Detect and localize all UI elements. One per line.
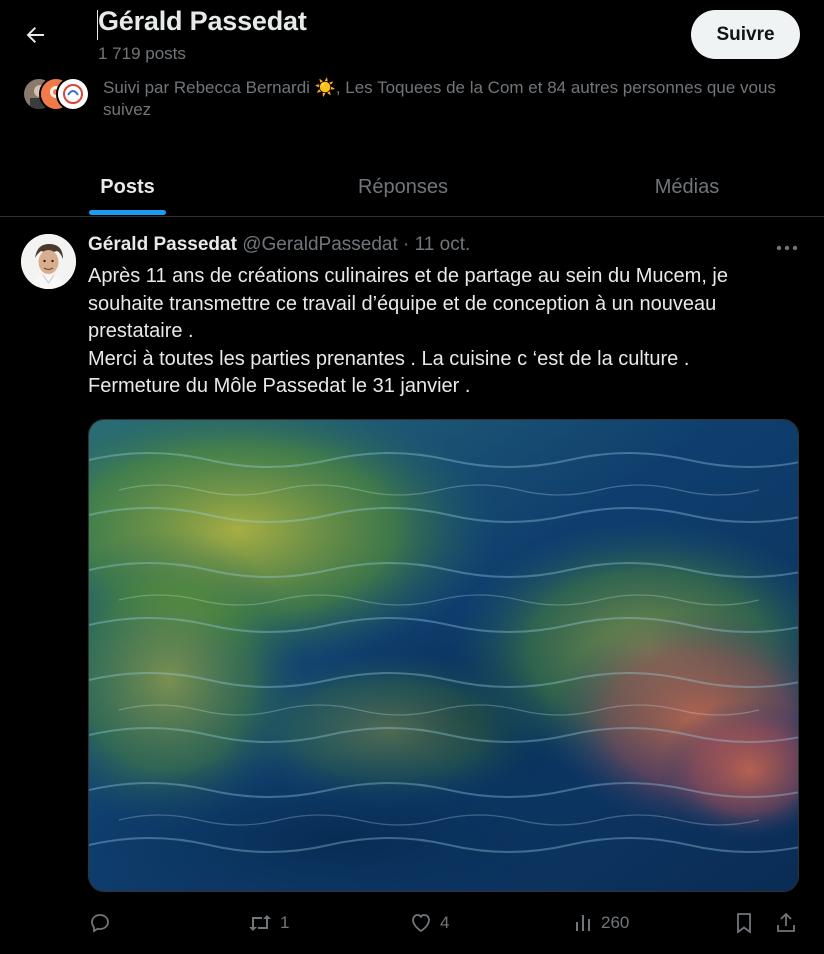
views-chart-icon bbox=[576, 915, 590, 931]
follower-avatars[interactable] bbox=[22, 77, 90, 111]
author-avatar[interactable] bbox=[21, 234, 76, 289]
sea-water-photo bbox=[89, 420, 798, 891]
more-dots-icon bbox=[776, 245, 798, 251]
like-button[interactable]: 4 bbox=[408, 905, 449, 941]
like-count: 4 bbox=[440, 913, 450, 932]
follower-avatar bbox=[56, 77, 90, 111]
divider bbox=[0, 216, 824, 217]
author-name[interactable]: Gérald Passedat bbox=[88, 234, 237, 255]
follow-button[interactable]: Suivre bbox=[691, 10, 800, 59]
tweet-line: Après 11 ans de créations culinaires et … bbox=[88, 265, 728, 342]
tweet-photo[interactable] bbox=[88, 419, 799, 892]
followed-by-text[interactable]: Suivi par Rebecca Bernardi ☀️, Les Toque… bbox=[103, 77, 793, 121]
tweet-header: Gérald Passedat @GeraldPassedat · 11 oct… bbox=[88, 234, 470, 256]
views-count: 260 bbox=[601, 913, 630, 932]
tab-posts[interactable]: Posts bbox=[0, 158, 255, 216]
reply-icon bbox=[91, 914, 109, 933]
tab-media[interactable]: Médias bbox=[550, 158, 824, 216]
share-button[interactable] bbox=[774, 905, 798, 941]
tweet-line: Fermeture du Môle Passedat le 31 janvier… bbox=[88, 375, 471, 397]
active-tab-indicator bbox=[89, 210, 166, 215]
share-icon bbox=[777, 912, 795, 932]
bookmark-button[interactable] bbox=[732, 905, 756, 941]
repost-count: 1 bbox=[280, 913, 290, 932]
reply-button[interactable] bbox=[88, 905, 118, 941]
bookmark-icon bbox=[737, 913, 751, 934]
repost-button[interactable]: 1 bbox=[246, 905, 289, 941]
tweet-line: Merci à toutes les parties prenantes . L… bbox=[88, 347, 690, 370]
heart-icon bbox=[412, 914, 430, 933]
repost-icon bbox=[249, 915, 271, 931]
separator-dot: · bbox=[403, 234, 410, 255]
author-handle[interactable]: @GeraldPassedat bbox=[242, 234, 398, 255]
tweet-date[interactable]: 11 oct. bbox=[415, 234, 471, 255]
profile-title: Gérald Passedat bbox=[97, 6, 307, 40]
views-button[interactable]: 260 bbox=[573, 905, 629, 941]
post-count: 1 719 posts bbox=[98, 44, 186, 63]
tab-replies[interactable]: Réponses bbox=[262, 158, 544, 216]
back-arrow-button[interactable] bbox=[14, 14, 56, 56]
tweet-text: Après 11 ans de créations culinaires et … bbox=[88, 263, 800, 401]
more-options-button[interactable] bbox=[770, 234, 804, 262]
back-arrow-icon bbox=[26, 27, 44, 43]
